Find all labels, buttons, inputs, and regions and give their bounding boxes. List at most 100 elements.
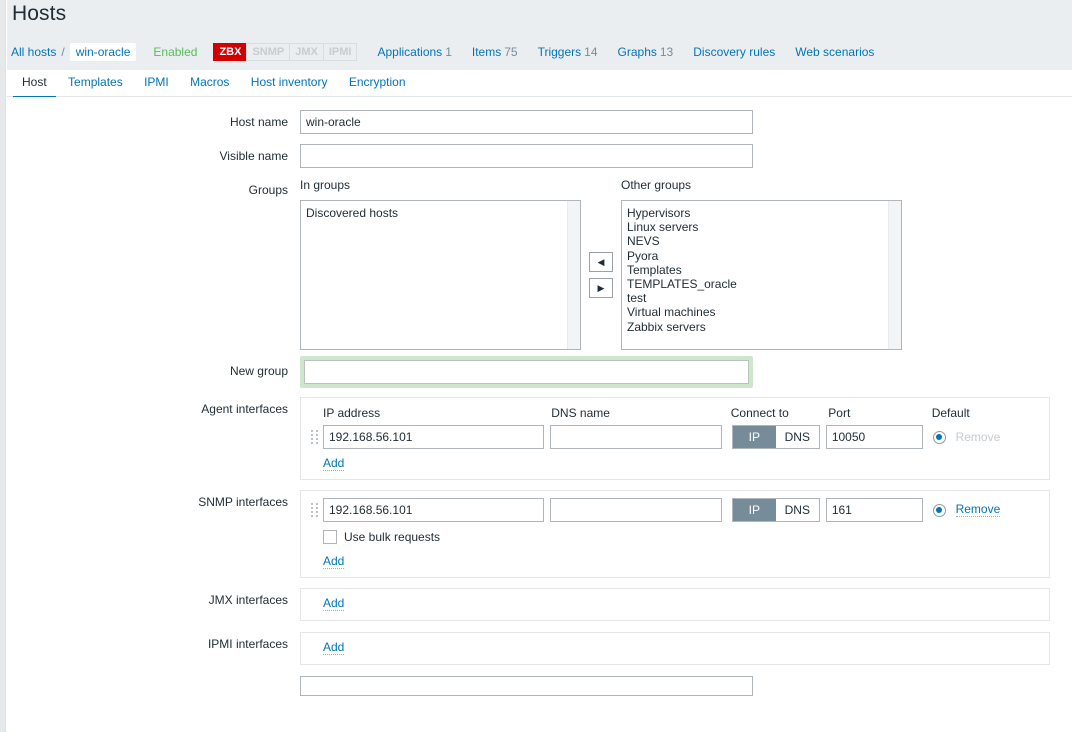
collapsed-sidebar-rail[interactable]	[0, 0, 6, 732]
host-name-label: Host name	[229, 115, 288, 129]
link-graphs[interactable]: Graphs 13	[618, 45, 674, 59]
ipmi-interfaces-label: IPMI interfaces	[207, 637, 288, 651]
breadcrumb-all-hosts-link[interactable]: All hosts	[11, 45, 56, 59]
row-ipmi-interfaces: IPMI interfaces Add	[7, 632, 1072, 665]
jmx-interfaces-field-wrap: Add	[300, 588, 1072, 621]
tab-macros[interactable]: Macros	[181, 70, 238, 96]
link-web-scenarios[interactable]: Web scenarios	[795, 45, 874, 59]
link-applications-count: 1	[445, 45, 452, 59]
badge-snmp: SNMP	[246, 43, 291, 61]
other-group-item[interactable]: TEMPLATES_oracle	[625, 277, 901, 291]
tab-templates[interactable]: Templates	[59, 70, 132, 96]
in-groups-items: Discovered hosts	[301, 201, 580, 220]
snmp-dns-input[interactable]	[549, 498, 722, 522]
in-groups-header: In groups	[300, 178, 351, 192]
agent-col-header-ip: IP address	[323, 406, 381, 420]
other-groups-scrollbar[interactable]	[888, 201, 901, 349]
other-group-item[interactable]: Linux servers	[625, 220, 901, 234]
row-host-name: Host name	[7, 110, 1072, 134]
host-name-input[interactable]	[300, 110, 753, 134]
use-bulk-requests-checkbox[interactable]	[323, 530, 337, 544]
row-agent-interfaces: Agent interfaces IP address DNS name Con…	[7, 397, 1072, 480]
tab-ipmi[interactable]: IPMI	[135, 70, 178, 96]
agent-remove-link: Remove	[955, 429, 1001, 444]
host-status-enabled[interactable]: Enabled	[153, 45, 197, 59]
other-group-item[interactable]: Hypervisors	[625, 206, 901, 220]
agent-dns-cell	[549, 425, 722, 449]
link-graphs-count: 13	[659, 45, 674, 59]
agent-connect-dns-option[interactable]: DNS	[775, 426, 819, 448]
jmx-interfaces-label: JMX interfaces	[208, 593, 288, 607]
agent-dns-input[interactable]	[549, 425, 722, 449]
tab-host-inventory[interactable]: Host inventory	[242, 70, 337, 96]
snmp-interfaces-label: SNMP interfaces	[198, 495, 288, 509]
snmp-dns-cell	[549, 498, 722, 522]
agent-add-link[interactable]: Add	[323, 457, 345, 471]
tab-bar: Host Templates IPMI Macros Host inventor…	[7, 70, 1072, 98]
agent-ip-cell	[323, 425, 544, 449]
agent-ip-input[interactable]	[323, 425, 544, 449]
breadcrumb-separator: /	[61, 45, 65, 59]
jmx-add-link[interactable]: Add	[323, 597, 345, 611]
host-form: Host name Visible name Groups In groups	[7, 97, 1072, 696]
snmp-ip-input[interactable]	[323, 498, 544, 522]
snmp-default-cell: Remove	[932, 503, 1039, 517]
other-group-item[interactable]: Zabbix servers	[625, 320, 901, 334]
ipmi-add-link[interactable]: Add	[323, 641, 345, 655]
ipmi-interfaces-box: Add	[300, 632, 1050, 665]
agent-port-input[interactable]	[825, 425, 923, 449]
in-groups-column: In groups Discovered hosts	[300, 178, 581, 350]
visible-name-input[interactable]	[300, 144, 753, 168]
other-group-item[interactable]: Templates	[625, 263, 901, 277]
move-left-arrow-icon[interactable]: ◀	[589, 252, 613, 272]
link-graphs-label: Graphs	[617, 45, 657, 59]
next-field-input-partial[interactable]	[300, 676, 753, 696]
snmp-connect-dns-option[interactable]: DNS	[775, 499, 819, 521]
tab-encryption[interactable]: Encryption	[340, 70, 415, 96]
link-triggers-label: Triggers	[537, 45, 582, 59]
row-new-group: New group	[7, 356, 1072, 388]
breadcrumb-current-host[interactable]: win-oracle	[69, 43, 137, 61]
other-groups-listbox[interactable]: Hypervisors Linux servers NEVS Pyora Tem…	[621, 200, 902, 350]
other-group-item[interactable]: Pyora	[625, 249, 901, 263]
in-groups-scrollbar[interactable]	[567, 201, 580, 349]
link-applications[interactable]: Applications 1	[377, 45, 451, 59]
new-group-label: New group	[229, 364, 288, 378]
link-items[interactable]: Items 75	[472, 45, 518, 59]
other-groups-column: Other groups Hypervisors Linux servers N…	[621, 178, 902, 350]
row-visible-name: Visible name	[7, 144, 1072, 168]
agent-port-cell	[825, 425, 923, 449]
agent-interfaces-header-row: IP address DNS name Connect to Port Defa…	[311, 404, 1039, 422]
drag-handle-icon[interactable]	[311, 430, 318, 444]
snmp-connect-ip-option[interactable]: IP	[732, 499, 776, 521]
snmp-add-link[interactable]: Add	[323, 555, 345, 569]
snmp-port-input[interactable]	[825, 498, 923, 522]
other-group-item[interactable]: NEVS	[625, 234, 901, 248]
link-triggers[interactable]: Triggers 14	[538, 45, 598, 59]
agent-default-cell: Remove	[932, 429, 1039, 444]
snmp-ip-cell	[323, 498, 544, 522]
tab-host[interactable]: Host	[13, 70, 56, 98]
snmp-connect-cell: IP DNS	[731, 498, 820, 522]
in-groups-listbox[interactable]: Discovered hosts	[300, 200, 581, 350]
use-bulk-requests-label[interactable]: Use bulk requests	[344, 530, 440, 544]
agent-default-radio[interactable]	[932, 430, 946, 444]
in-group-item[interactable]: Discovered hosts	[304, 206, 580, 220]
snmp-default-radio[interactable]	[932, 503, 946, 517]
snmp-connect-toggle: IP DNS	[731, 498, 820, 522]
other-group-item[interactable]: Virtual machines	[625, 305, 901, 319]
snmp-remove-link[interactable]: Remove	[955, 503, 1001, 517]
badge-jmx: JMX	[289, 43, 324, 61]
agent-connect-ip-option[interactable]: IP	[732, 426, 776, 448]
link-discovery-rules[interactable]: Discovery rules	[693, 45, 775, 59]
badge-zbx[interactable]: ZBX	[213, 43, 248, 61]
drag-handle-icon[interactable]	[311, 503, 318, 517]
new-group-input[interactable]	[304, 360, 749, 384]
agent-col-header-dns: DNS name	[551, 406, 610, 420]
other-group-item[interactable]: test	[625, 291, 901, 305]
snmp-interface-row: IP DNS Remove	[311, 497, 1039, 523]
move-right-arrow-icon[interactable]: ▶	[589, 278, 613, 298]
agent-interfaces-label: Agent interfaces	[201, 402, 288, 416]
page-container: Hosts All hosts / win-oracle Enabled ZBX…	[7, 0, 1072, 732]
interface-availability-badges: ZBX SNMP JMX IPMI	[213, 43, 358, 61]
